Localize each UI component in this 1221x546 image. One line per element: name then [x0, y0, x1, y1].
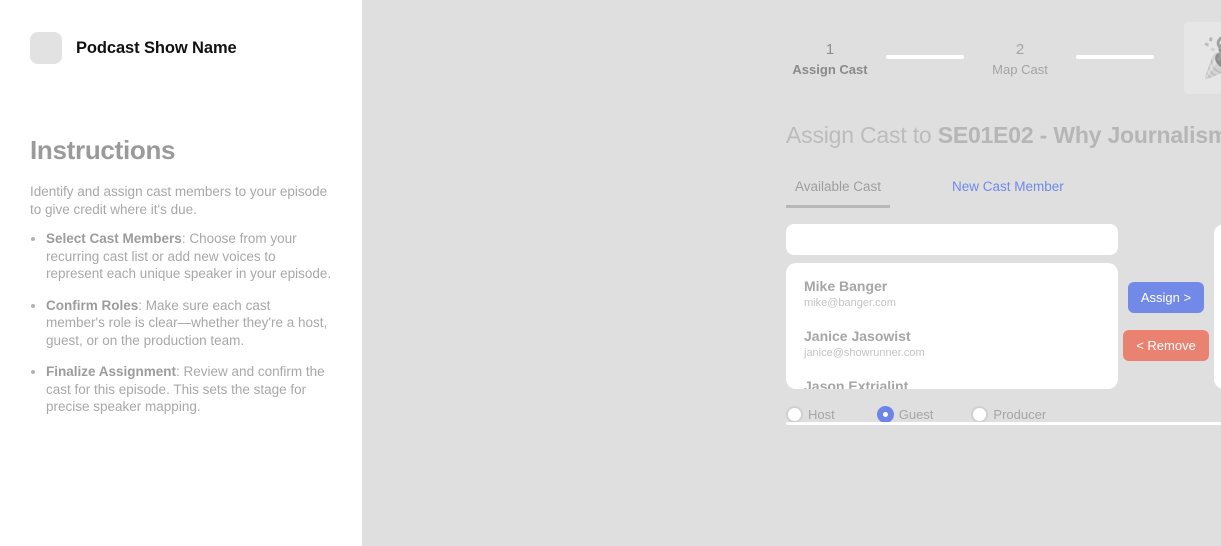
podcast-show-name: Podcast Show Name — [76, 38, 237, 57]
brand: Podcast Show Name — [30, 32, 332, 64]
step-assign-cast[interactable]: 1 Assign Cast — [786, 39, 874, 79]
cast-transfer-area: Mike Banger mike@banger.com Janice Jasow… — [786, 224, 1221, 389]
available-cast-column: Mike Banger mike@banger.com Janice Jasow… — [786, 224, 1118, 389]
party-popper-icon: 🎉 — [1201, 38, 1221, 78]
radio-option-producer[interactable]: Producer — [971, 406, 1046, 423]
instruction-item: Select Cast Members: Choose from your re… — [46, 230, 332, 283]
instruction-item: Confirm Roles: Make sure each cast membe… — [46, 297, 332, 350]
sidebar: Podcast Show Name Instructions Identify … — [0, 0, 362, 546]
remove-button[interactable]: < Remove — [1123, 330, 1209, 361]
search-input[interactable] — [786, 224, 1118, 255]
tab-available-cast[interactable]: Available Cast — [786, 179, 890, 208]
radio-label: Producer — [993, 407, 1047, 422]
main-panel: 1 Assign Cast 2 Map Cast 🎉 Assign Cast t… — [362, 0, 1221, 546]
step-number: 1 — [825, 41, 835, 58]
list-item[interactable]: Mike Banger mike@banger.com — [804, 277, 1100, 311]
step-connector — [886, 55, 964, 59]
footer-divider — [786, 422, 1221, 425]
role-radio-group: Host Guest Producer — [786, 406, 1118, 423]
assigned-cast-list[interactable]: Mandy Mandible Host | mandy@banger.com — [1214, 224, 1221, 389]
cast-member-email: mike@banger.com — [804, 297, 896, 309]
radio-label: Guest — [898, 407, 934, 422]
radio-icon[interactable] — [786, 406, 803, 423]
step-map-cast[interactable]: 2 Map Cast — [976, 39, 1064, 79]
podcast-logo-placeholder — [30, 32, 62, 64]
instruction-term: Confirm Roles — [46, 297, 139, 313]
radio-icon[interactable] — [971, 406, 989, 423]
instructions-heading: Instructions — [30, 135, 176, 165]
step-label: Assign Cast — [792, 62, 868, 77]
instructions-intro: Identify and assign cast members to your… — [30, 184, 328, 217]
cast-member-name: Mike Banger — [804, 278, 888, 294]
step-connector — [1076, 55, 1154, 59]
page-title-episode: SE01E02 - Why Journalism is Broken — [937, 122, 1221, 148]
page-title: Assign Cast to SE01E02 - Why Journalism … — [786, 122, 1221, 149]
instruction-term: Select Cast Members — [46, 231, 182, 246]
step-label: Map Cast — [992, 62, 1048, 77]
cast-member-name: Janice Jasowist — [804, 328, 911, 344]
assign-button[interactable]: Assign > — [1127, 282, 1205, 313]
radio-label: Host — [808, 407, 835, 422]
radio-icon[interactable] — [876, 406, 894, 423]
list-item[interactable]: Janice Jasowist janice@showrunner.com — [804, 327, 1100, 361]
transfer-buttons: Assign > < Remove — [1118, 224, 1214, 361]
radio-option-guest[interactable]: Guest — [876, 406, 934, 423]
progress-stepper: 1 Assign Cast 2 Map Cast 🎉 — [786, 0, 1221, 96]
cast-member-email: janice@showrunner.com — [804, 347, 925, 359]
instruction-item: Finalize Assignment: Review and confirm … — [46, 363, 332, 416]
page-title-prefix: Assign Cast to — [786, 122, 938, 148]
instruction-term: Finalize Assignment — [46, 364, 177, 379]
list-item[interactable]: Jason Extrialint jasion@showrunner.com — [804, 377, 1100, 389]
columns-header: Available Cast New Cast Member Assigned … — [786, 179, 1221, 208]
tab-new-cast-member[interactable]: New Cast Member — [952, 179, 1064, 194]
assigned-cast-column: Mandy Mandible Host | mandy@banger.com — [1214, 224, 1221, 389]
instructions-list: Select Cast Members: Choose from your re… — [30, 230, 332, 416]
radio-option-host[interactable]: Host — [786, 406, 835, 423]
available-cast-list[interactable]: Mike Banger mike@banger.com Janice Jasow… — [786, 263, 1118, 389]
cast-member-name: Jason Extrialint — [804, 378, 909, 389]
step-finish-celebration: 🎉 — [1184, 22, 1221, 94]
step-number: 2 — [1015, 41, 1025, 58]
